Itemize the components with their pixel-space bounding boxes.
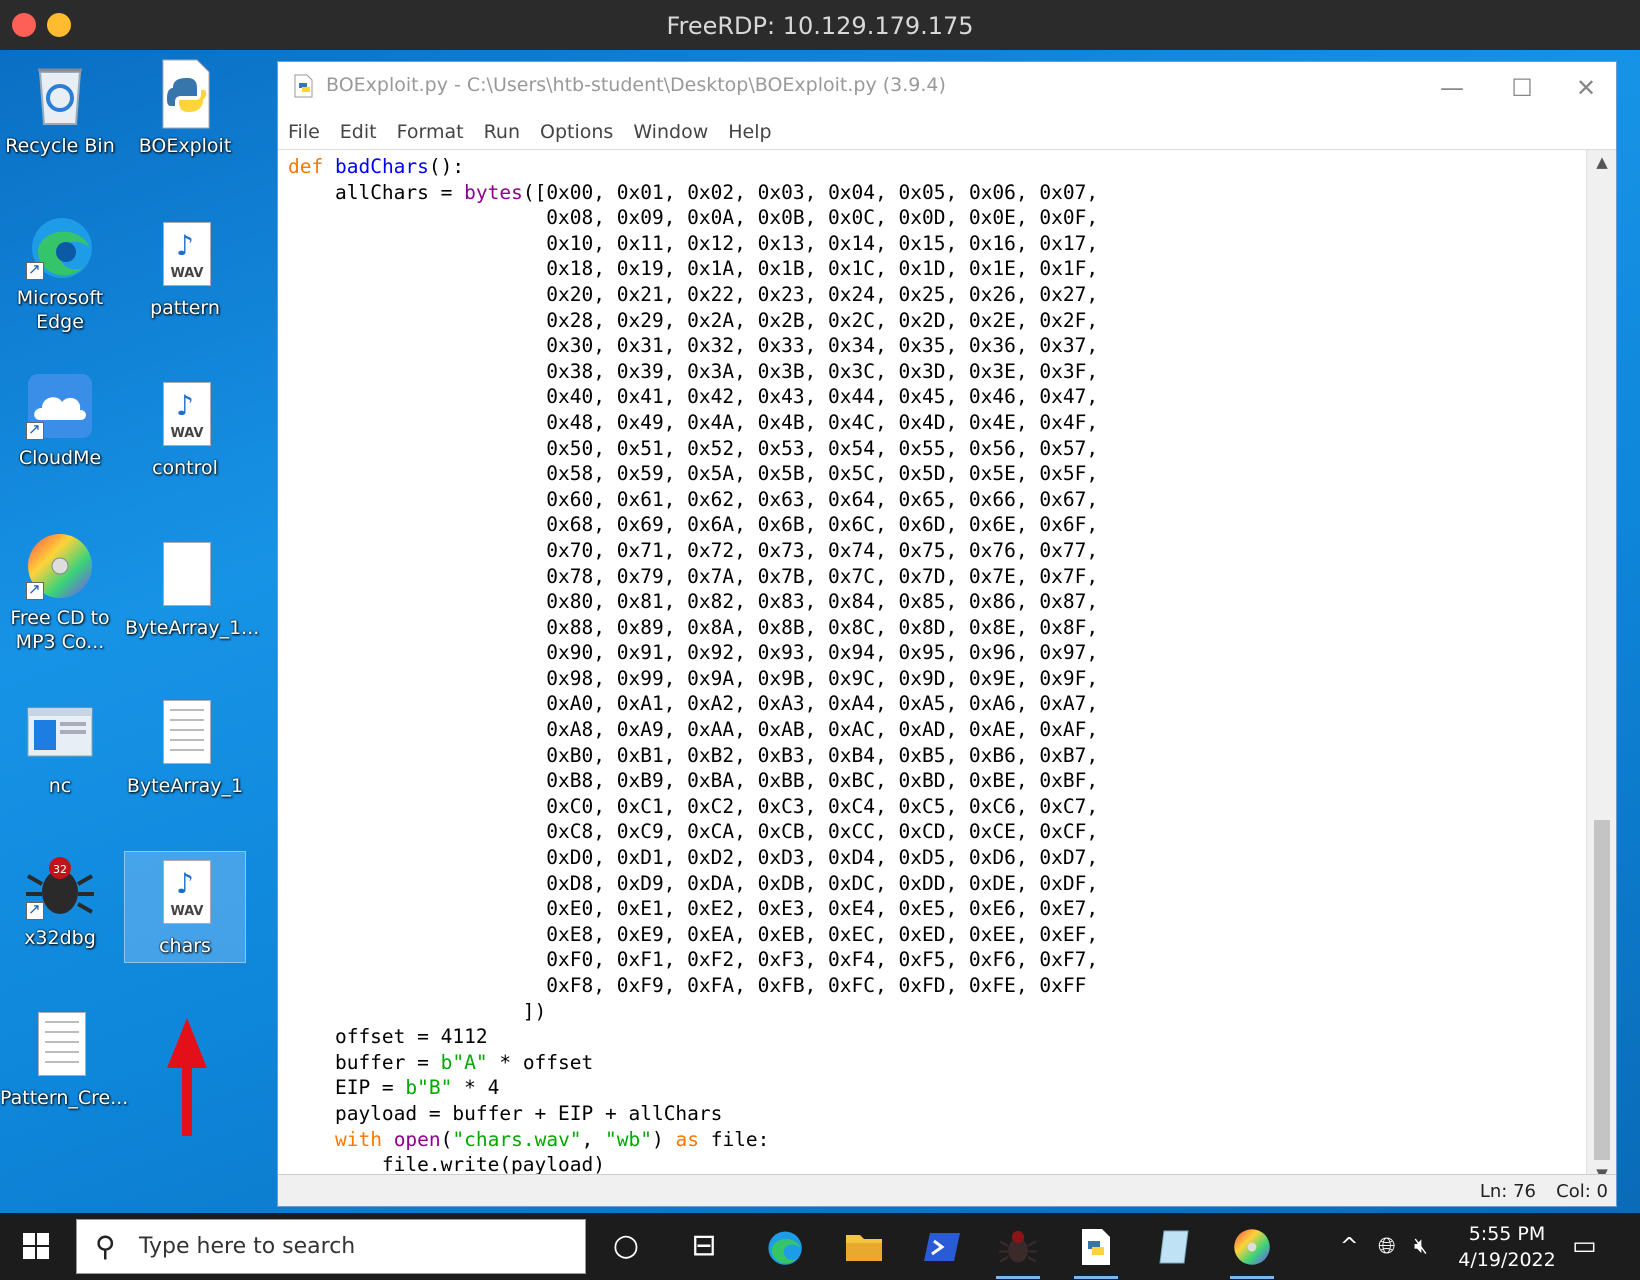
show-hidden-icons-icon[interactable]: ^ — [1340, 1213, 1358, 1280]
search-icon: ⚲ — [95, 1230, 116, 1263]
notepad-icon[interactable] — [1146, 1221, 1202, 1273]
code-editor[interactable]: def badChars(): allChars = bytes([0x00, … — [278, 150, 1586, 1186]
desktop-icon-label: BOExploit — [138, 135, 232, 157]
desktop-icon-label: nc — [48, 775, 72, 797]
status-bar: Ln: 76 Col: 0 — [278, 1174, 1616, 1206]
task-view-icon[interactable]: ⊟ — [676, 1221, 732, 1273]
red-arrow-annotation — [167, 1018, 207, 1136]
desktop-icon-boexploit[interactable]: BOExploit — [125, 58, 245, 158]
cloudme-icon — [24, 370, 96, 442]
desktop-icon-free-cd-to-mp3[interactable]: Free CD to MP3 Co... — [0, 530, 120, 654]
desktop-icon-pattern-create[interactable]: Pattern_Cre... — [0, 1010, 129, 1110]
desktop-icon-label: ByteArray_1 — [126, 775, 244, 797]
desktop-icon-nc[interactable]: nc — [0, 698, 120, 798]
maximize-icon[interactable]: ☐ — [1498, 70, 1546, 106]
desktop-icon-label: CloudMe — [18, 447, 102, 469]
scroll-thumb[interactable] — [1594, 820, 1610, 1160]
edge-icon — [24, 210, 96, 282]
desktop-icon-microsoft-edge[interactable]: Microsoft Edge — [0, 210, 120, 334]
clock-date: 4/19/2022 — [1458, 1249, 1556, 1271]
taskbar-edge-icon[interactable] — [756, 1221, 812, 1273]
recycle-bin-icon — [24, 58, 96, 130]
line-indicator: Ln: 76 — [1479, 1181, 1536, 1202]
desktop-icon-recycle-bin[interactable]: Recycle Bin — [0, 58, 120, 158]
nc-window-icon — [24, 698, 96, 770]
x32dbg-taskbar-icon[interactable] — [990, 1221, 1046, 1279]
idle-taskbar-icon[interactable] — [1068, 1221, 1124, 1279]
clock-time: 5:55 PM — [1468, 1223, 1546, 1245]
menu-window[interactable]: Window — [623, 114, 718, 150]
desktop-icon-label: chars — [159, 935, 211, 957]
powershell-icon[interactable] — [914, 1221, 970, 1273]
python-file-icon — [149, 58, 221, 130]
search-placeholder: Type here to search — [139, 1234, 356, 1259]
desktop-icon-bytearray-bin[interactable]: ByteArray_1... — [125, 540, 260, 640]
menu-options[interactable]: Options — [530, 114, 623, 150]
start-button[interactable] — [0, 1213, 72, 1280]
close-icon[interactable]: ✕ — [1562, 70, 1610, 106]
network-globe-icon[interactable]: 🌐︎ — [1378, 1213, 1396, 1280]
wav-file-icon: ♪ WAV — [149, 858, 221, 930]
desktop-icon-label: control — [152, 457, 218, 479]
desktop-icon-cloudme[interactable]: CloudMe — [0, 370, 120, 470]
shortcut-arrow-icon — [26, 580, 44, 600]
cortana-icon[interactable]: ○ — [598, 1221, 654, 1273]
desktop-icon-label: Microsoft Edge — [16, 287, 104, 333]
cd-icon — [24, 530, 96, 602]
wav-file-icon: ♪ WAV — [149, 220, 221, 292]
idle-editor-window: BOExploit.py - C:\Users\htb-student\Desk… — [277, 61, 1617, 1207]
idle-file-icon — [294, 74, 313, 98]
column-indicator: Col: 0 — [1556, 1181, 1608, 1202]
notifications-icon[interactable]: ▭ — [1572, 1213, 1597, 1280]
desktop-icon-x32dbg[interactable]: 32 x32dbg — [0, 850, 120, 950]
minimize-icon[interactable]: — — [1428, 70, 1476, 106]
wav-file-icon: ♪ WAV — [149, 380, 221, 452]
taskbar-search-box[interactable]: ⚲ Type here to search — [76, 1219, 586, 1274]
desktop-icon-pattern[interactable]: ♪ WAV pattern — [125, 220, 245, 320]
menu-edit[interactable]: Edit — [330, 114, 387, 150]
scroll-up-icon[interactable]: ▲ — [1587, 150, 1617, 174]
shortcut-arrow-icon — [26, 900, 44, 920]
vertical-scrollbar[interactable]: ▲ ▼ — [1586, 150, 1616, 1186]
window-titlebar[interactable]: BOExploit.py - C:\Users\htb-student\Desk… — [278, 62, 1616, 114]
desktop-icon-label: Pattern_Cre... — [0, 1087, 129, 1109]
code-text: def badChars(): allChars = bytes([0x00, … — [288, 155, 1099, 1177]
bug-icon: 32 — [24, 850, 96, 922]
desktop-icon-bytearray-txt[interactable]: ByteArray_1 — [125, 698, 245, 798]
text-file-icon — [149, 698, 221, 770]
desktop-icon-label: Recycle Bin — [5, 135, 115, 157]
file-explorer-icon[interactable] — [836, 1221, 892, 1273]
desktop-icon-chars[interactable]: ♪ WAV chars — [124, 851, 246, 963]
shortcut-arrow-icon — [26, 420, 44, 440]
desktop-icon-control[interactable]: ♪ WAV control — [125, 380, 245, 480]
taskbar: ⚲ Type here to search ○ ⊟ ^ 🌐︎ 🔇︎ 5:55 P… — [0, 1213, 1640, 1280]
desktop-icon-label: Free CD to MP3 Co... — [10, 607, 110, 653]
text-file-icon — [24, 1010, 96, 1082]
desktop-icon-label: ByteArray_1... — [125, 617, 260, 639]
system-clock[interactable]: 5:55 PM 4/19/2022 — [1452, 1221, 1562, 1273]
window-title: BOExploit.py - C:\Users\htb-student\Desk… — [326, 74, 946, 96]
menu-run[interactable]: Run — [474, 114, 530, 150]
desktop-icon-label: x32dbg — [24, 927, 96, 949]
shortcut-arrow-icon — [26, 260, 44, 280]
blank-file-icon — [149, 540, 221, 612]
menu-bar: File Edit Format Run Options Window Help — [278, 114, 1616, 150]
menu-format[interactable]: Format — [387, 114, 474, 150]
remote-session-titlebar: FreeRDP: 10.129.179.175 — [0, 0, 1640, 50]
remote-session-title: FreeRDP: 10.129.179.175 — [666, 12, 974, 40]
svg-text:32: 32 — [53, 863, 67, 876]
menu-file[interactable]: File — [278, 114, 330, 150]
cd-mp3-taskbar-icon[interactable] — [1224, 1221, 1280, 1279]
volume-muted-icon[interactable]: 🔇︎ — [1414, 1213, 1428, 1280]
menu-help[interactable]: Help — [718, 114, 781, 150]
desktop-icon-label: pattern — [150, 297, 220, 319]
desktop: Recycle Bin Microsoft Edge CloudMe Free … — [0, 50, 1640, 1213]
